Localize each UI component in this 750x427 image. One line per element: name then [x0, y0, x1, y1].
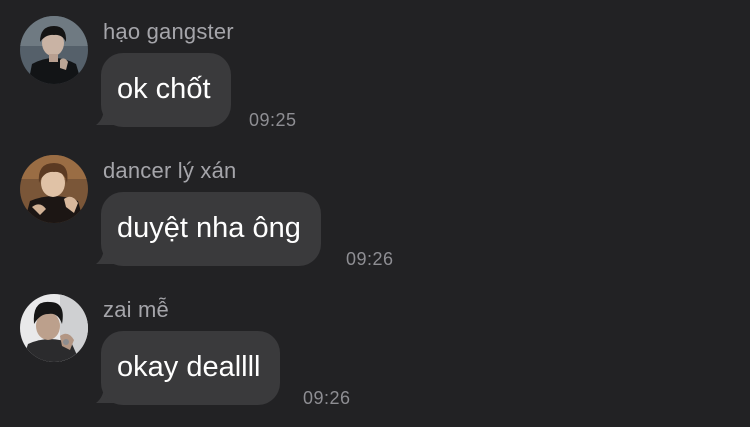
- message-timestamp: 09:26: [346, 249, 394, 269]
- avatar[interactable]: [20, 155, 88, 223]
- user-avatar-photo-icon: [20, 294, 88, 362]
- sender-name: dancer lý xán: [103, 158, 237, 183]
- message-text: duyệt nha ông: [117, 211, 301, 244]
- message-bubble[interactable]: okay deallll: [101, 331, 281, 405]
- message-bubble[interactable]: ok chốt: [101, 53, 231, 127]
- avatar[interactable]: [20, 16, 88, 84]
- message-bubble[interactable]: duyệt nha ông: [101, 192, 321, 266]
- sender-name: hạo gangster: [103, 19, 234, 44]
- message-text: ok chốt: [117, 72, 211, 105]
- message-row: zai mễ okay deallll 09:26: [0, 292, 750, 427]
- avatar[interactable]: [20, 294, 88, 362]
- message-text: okay deallll: [117, 350, 261, 383]
- message-timestamp: 09:26: [303, 388, 351, 408]
- message-row: hạo gangster ok chốt 09:25: [0, 14, 750, 149]
- user-avatar-photo-icon: [20, 155, 88, 223]
- message-row: dancer lý xán duyệt nha ông 09:26: [0, 153, 750, 288]
- chat-thread: hạo gangster ok chốt 09:25 dancer lý xán: [0, 0, 750, 424]
- message-timestamp: 09:25: [249, 110, 297, 130]
- sender-name: zai mễ: [103, 297, 169, 322]
- user-avatar-photo-icon: [20, 16, 88, 84]
